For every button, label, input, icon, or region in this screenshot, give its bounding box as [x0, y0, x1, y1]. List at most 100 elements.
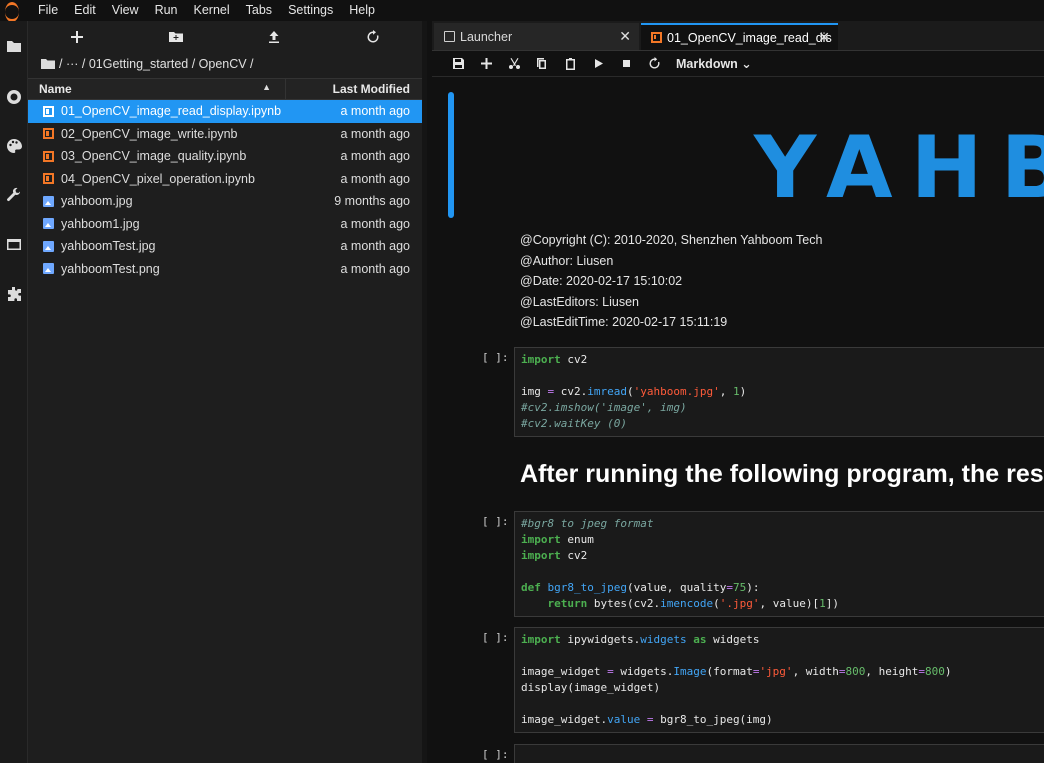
- file-modified: 9 months ago: [334, 194, 410, 209]
- file-modified: a month ago: [340, 104, 411, 119]
- breadcrumb-path[interactable]: / ··· / 01Getting_started / OpenCV /: [59, 57, 254, 71]
- menu-view[interactable]: View: [104, 0, 147, 21]
- notebook-icon: [43, 173, 54, 185]
- file-row[interactable]: yahboomTest.jpg a month ago: [28, 235, 422, 258]
- tab-launcher[interactable]: Launcher ✕: [434, 23, 639, 50]
- cell-type-label: Markdown: [676, 57, 738, 71]
- file-name: 03_OpenCV_image_quality.ipynb: [61, 149, 247, 164]
- file-browser-panel: / ··· / 01Getting_started / OpenCV / Nam…: [28, 21, 427, 763]
- image-file-icon: [43, 218, 54, 230]
- save-button[interactable]: [444, 52, 472, 76]
- paste-button[interactable]: [556, 52, 584, 76]
- code-editor[interactable]: import cv2 img = cv2.imread('yahboom.jpg…: [514, 347, 1044, 437]
- code-editor[interactable]: [514, 744, 1044, 763]
- file-modified: a month ago: [340, 216, 411, 231]
- cell-prompt: [ ]:: [482, 351, 509, 364]
- running-icon[interactable]: [4, 87, 24, 107]
- file-browser-toolbar: [28, 21, 422, 53]
- code-editor[interactable]: #bgr8 to jpeg format import enum import …: [514, 511, 1044, 617]
- menu-tabs[interactable]: Tabs: [238, 0, 280, 21]
- file-modified: a month ago: [340, 126, 411, 141]
- tab-label: Launcher: [460, 29, 513, 44]
- cell-prompt: [ ]:: [482, 631, 509, 644]
- menu-bar: File Edit View Run Kernel Tabs Settings …: [0, 0, 1044, 22]
- file-modified: a month ago: [340, 261, 411, 276]
- tab-bar: Launcher ✕ 01_OpenCV_image_read_dis ✕: [432, 21, 1044, 51]
- new-folder-button[interactable]: [127, 30, 226, 44]
- file-row[interactable]: 03_OpenCV_image_quality.ipynb a month ag…: [28, 145, 422, 168]
- file-name: yahboomTest.jpg: [61, 239, 156, 254]
- menu-run[interactable]: Run: [147, 0, 186, 21]
- close-icon[interactable]: ✕: [818, 29, 830, 46]
- wrench-icon[interactable]: [4, 185, 24, 205]
- chevron-down-icon: ⌄: [741, 57, 752, 71]
- code-editor[interactable]: import ipywidgets.widgets as widgets ima…: [514, 627, 1044, 733]
- file-name: 02_OpenCV_image_write.ipynb: [61, 126, 238, 141]
- image-file-icon: [43, 195, 54, 207]
- column-name-header[interactable]: Name ▲: [28, 82, 285, 96]
- close-icon[interactable]: ✕: [619, 28, 631, 45]
- menu-file[interactable]: File: [26, 0, 66, 21]
- column-modified-header[interactable]: Last Modified: [285, 79, 422, 99]
- run-button[interactable]: [584, 52, 612, 76]
- extension-icon[interactable]: [4, 284, 24, 304]
- cut-button[interactable]: [500, 52, 528, 76]
- palette-icon[interactable]: [4, 136, 24, 156]
- file-name: 04_OpenCV_pixel_operation.ipynb: [61, 171, 255, 186]
- file-list-header: Name ▲ Last Modified: [28, 78, 422, 100]
- notebook-content: YAHBOOM @Copyright (C): 2010-2020, Shenz…: [432, 78, 1044, 763]
- markdown-cell-meta[interactable]: @Copyright (C): 2010-2020, Shenzhen Yahb…: [520, 230, 822, 333]
- meta-line: @LastEditors: Liusen: [520, 294, 640, 309]
- tab-notebook[interactable]: 01_OpenCV_image_read_dis ✕: [641, 23, 838, 50]
- upload-button[interactable]: [225, 30, 324, 44]
- folder-icon: [41, 59, 55, 69]
- file-name: yahboom1.jpg: [61, 216, 140, 231]
- column-name-label: Name: [39, 82, 72, 96]
- tab-label: 01_OpenCV_image_read_dis: [667, 30, 832, 45]
- stop-button[interactable]: [612, 52, 640, 76]
- launcher-icon: [444, 31, 455, 42]
- copy-button[interactable]: [528, 52, 556, 76]
- file-modified: a month ago: [340, 149, 411, 164]
- file-row[interactable]: yahboomTest.png a month ago: [28, 258, 422, 281]
- notebook-icon: [651, 32, 662, 43]
- menu-kernel[interactable]: Kernel: [186, 0, 238, 21]
- tabs-icon[interactable]: [4, 234, 24, 254]
- meta-line: @Author: Liusen: [520, 253, 614, 268]
- menu-settings[interactable]: Settings: [280, 0, 341, 21]
- menu-help[interactable]: Help: [341, 0, 383, 21]
- menu-edit[interactable]: Edit: [66, 0, 104, 21]
- breadcrumb[interactable]: / ··· / 01Getting_started / OpenCV /: [28, 53, 422, 75]
- file-name: yahboomTest.png: [61, 261, 160, 276]
- image-file-icon: [43, 240, 54, 252]
- yahboom-logo: YAHBOOM: [754, 118, 1044, 218]
- file-row[interactable]: 01_OpenCV_image_read_display.ipynb a mon…: [28, 100, 422, 123]
- cell-prompt: [ ]:: [482, 748, 509, 761]
- cell-type-dropdown[interactable]: Markdown ⌄: [676, 56, 752, 71]
- refresh-button[interactable]: [324, 30, 423, 44]
- jupyterlab-window: File Edit View Run Kernel Tabs Settings …: [0, 0, 1044, 763]
- notebook-icon: [43, 150, 54, 162]
- active-cell-indicator: [448, 92, 454, 218]
- file-row[interactable]: yahboom1.jpg a month ago: [28, 213, 422, 236]
- folder-icon[interactable]: [4, 36, 24, 56]
- file-row[interactable]: 02_OpenCV_image_write.ipynb a month ago: [28, 123, 422, 146]
- markdown-heading[interactable]: After running the following program, the…: [520, 460, 1044, 489]
- sort-ascending-icon: ▲: [262, 82, 271, 92]
- new-launcher-button[interactable]: [28, 30, 127, 44]
- meta-line: @Date: 2020-02-17 15:10:02: [520, 274, 683, 288]
- jupyter-logo-icon: [0, 0, 26, 22]
- notebook-toolbar: Markdown ⌄: [432, 51, 1044, 77]
- meta-line: @Copyright (C): 2010-2020, Shenzhen Yahb…: [520, 233, 823, 247]
- restart-button[interactable]: [640, 52, 668, 76]
- activity-bar: [0, 21, 28, 763]
- cell-prompt: [ ]:: [482, 515, 509, 528]
- file-row[interactable]: yahboom.jpg 9 months ago: [28, 190, 422, 213]
- file-modified: a month ago: [340, 239, 411, 254]
- meta-line: @LastEditTime: 2020-02-17 15:11:19: [520, 315, 728, 329]
- image-file-icon: [43, 263, 54, 275]
- file-list: 01_OpenCV_image_read_display.ipynb a mon…: [28, 100, 422, 280]
- file-row[interactable]: 04_OpenCV_pixel_operation.ipynb a month …: [28, 168, 422, 191]
- file-name: 01_OpenCV_image_read_display.ipynb: [61, 104, 282, 119]
- insert-cell-button[interactable]: [472, 52, 500, 76]
